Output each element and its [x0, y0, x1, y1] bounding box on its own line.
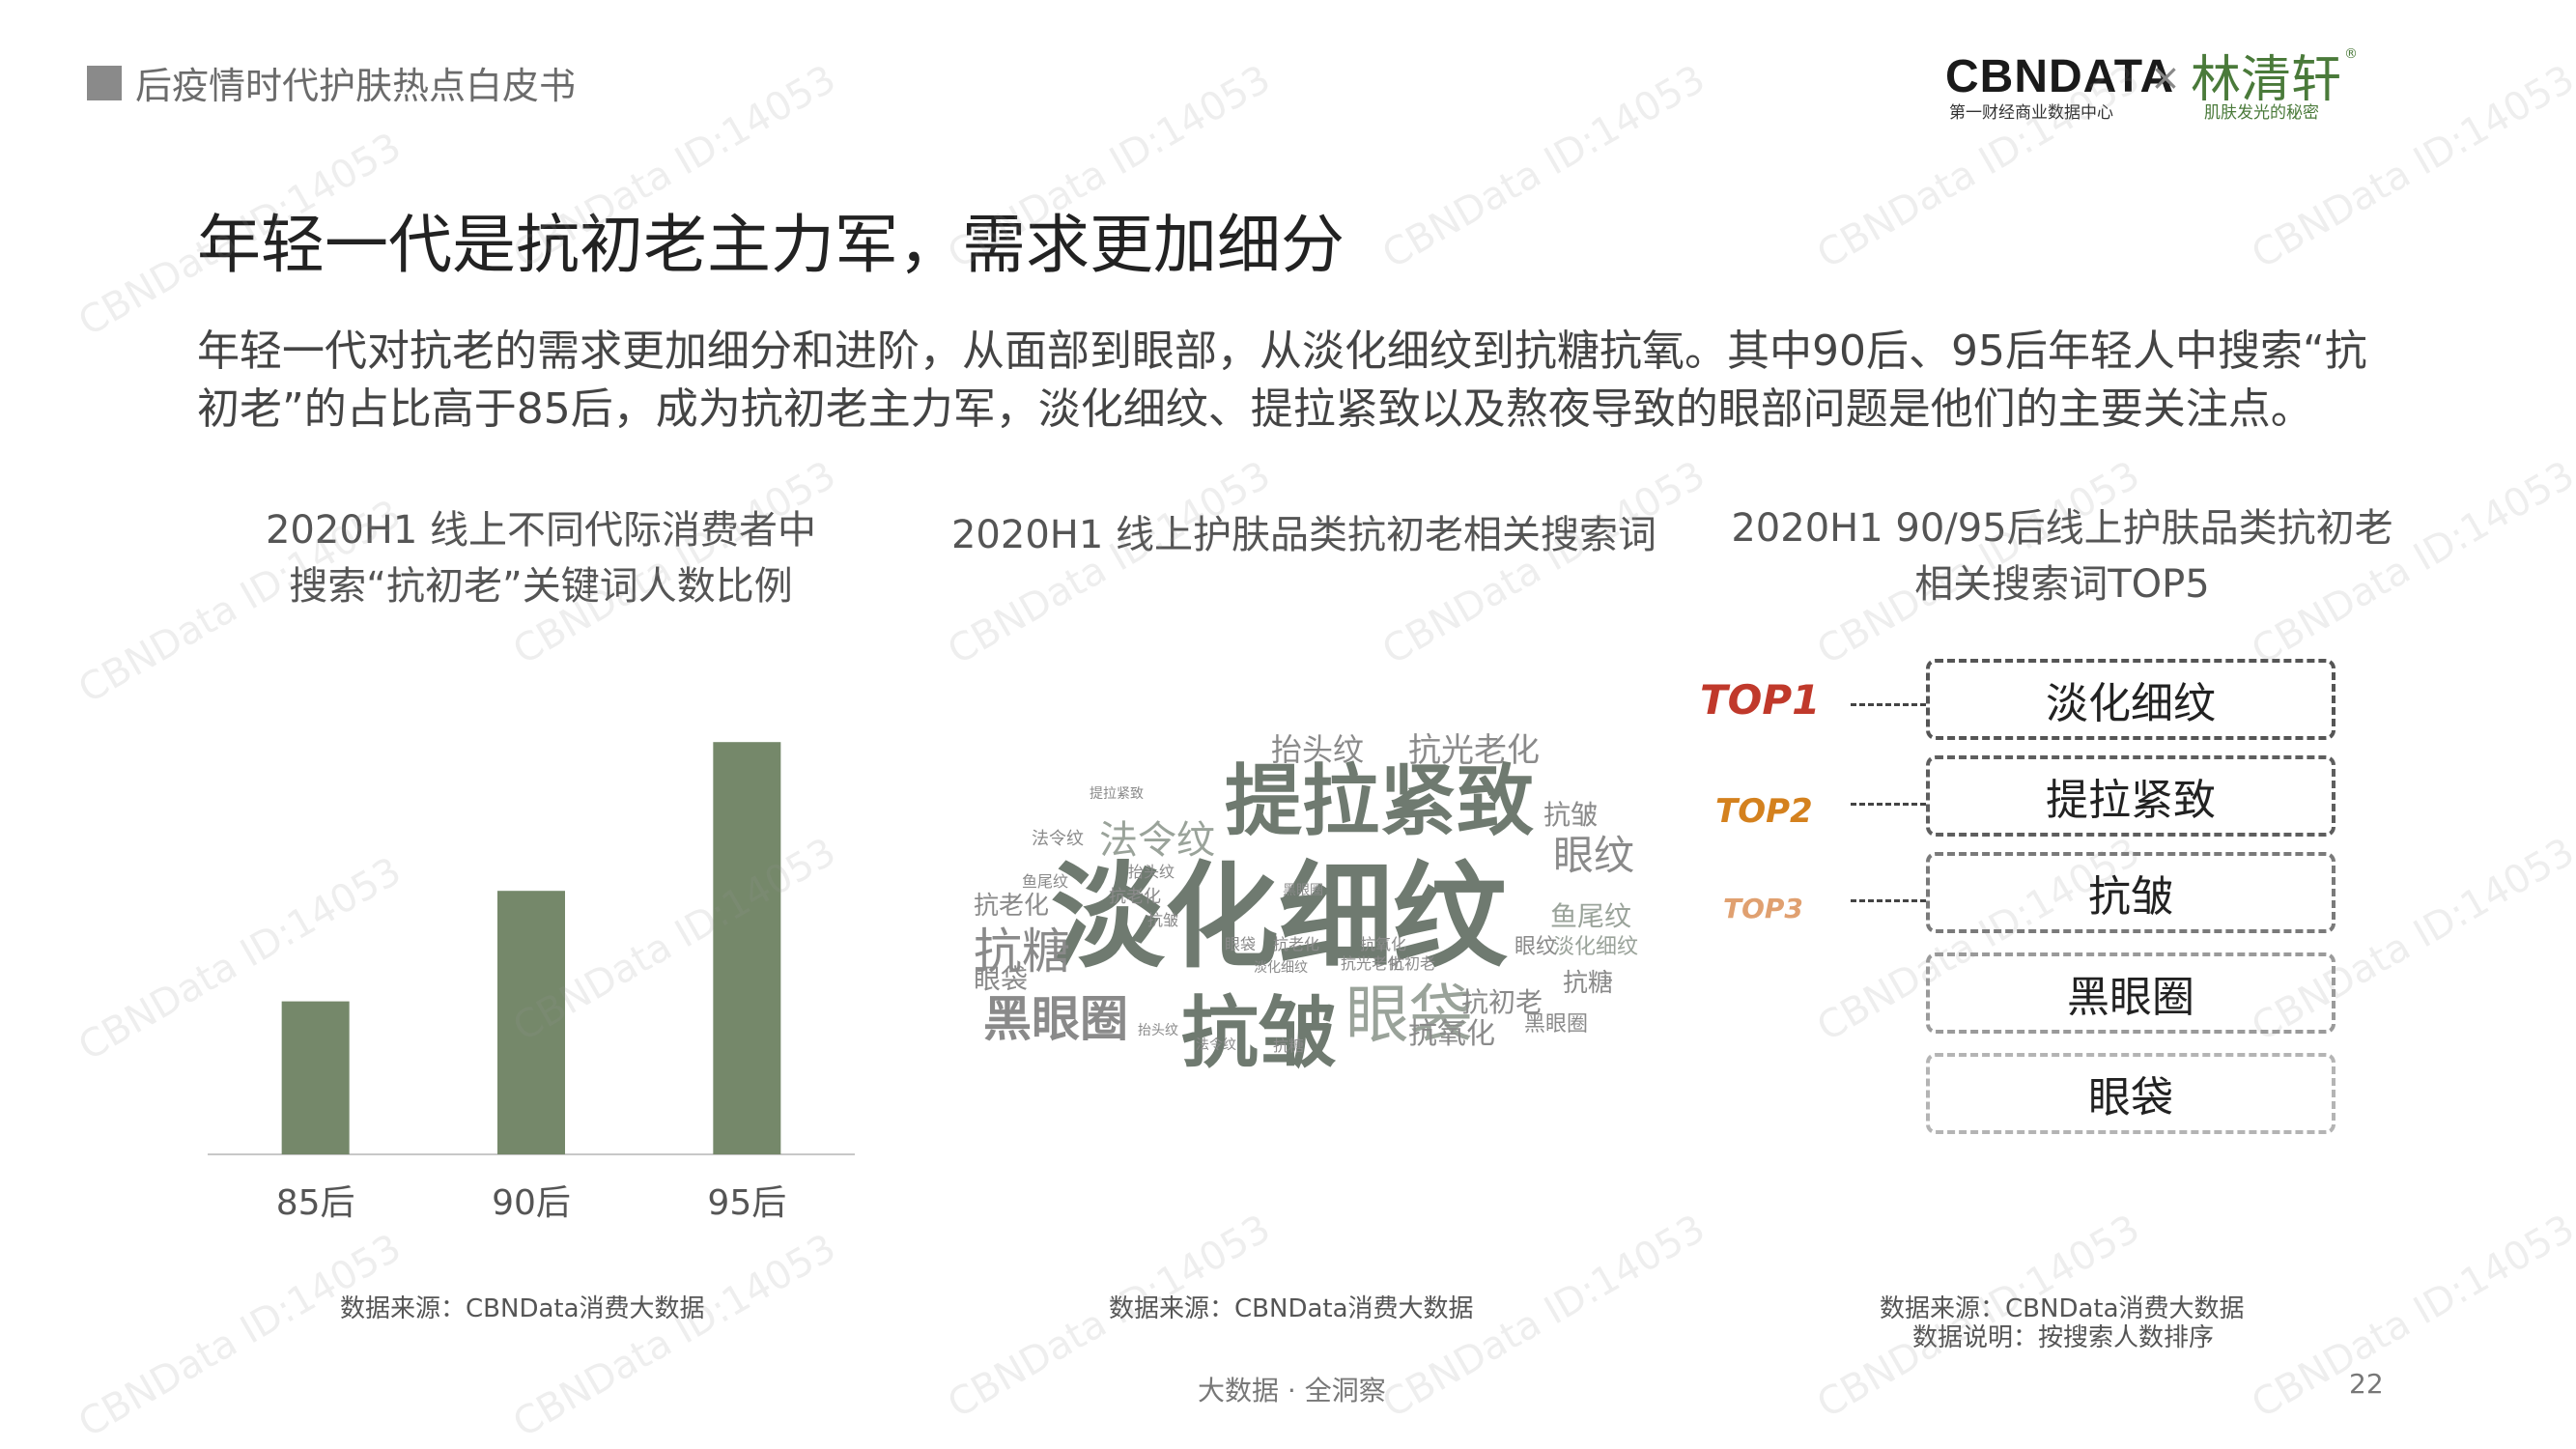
top5-item-3: 抗皱 — [1926, 852, 2335, 933]
cbndata-logo: CBNDATA — [1945, 51, 2175, 102]
wordcloud-word: 抗皱 — [1543, 799, 1599, 831]
page-number: 22 — [2349, 1368, 2384, 1400]
top5-title-line1: 2020H1 90/95后线上护肤品类抗初老 — [1731, 506, 2393, 551]
wordcloud-word: 抗光老化 — [1408, 731, 1540, 770]
wordcloud: 淡化细纹 提拉紧致 抗皱 黑眼圈 眼袋 抗糖 法令纹 眼纹 抬头纹 抗光老化 抗氧化 抗初老 鱼尾纹 淡化… — [935, 696, 1679, 1111]
rank-top2-label: TOP2 — [1715, 792, 1813, 831]
wordcloud-title: 2020H1 线上护肤品类抗初老相关搜索词 — [950, 513, 1657, 557]
wordcloud-word: 鱼尾纹 — [1022, 872, 1069, 891]
wordcloud-word: 抬头纹 — [1128, 863, 1175, 881]
wordcloud-word: 眼纹 — [1553, 832, 1635, 879]
wordcloud-word: 抗皱 — [1147, 911, 1179, 929]
top5-item-4: 黑眼圈 — [1926, 952, 2335, 1034]
wordcloud-word: 淡化细纹 — [1553, 935, 1639, 959]
wordcloud-word: 抗老化 — [1109, 887, 1161, 907]
report-title: 后疫情时代护肤热点白皮书 — [135, 65, 577, 107]
top5-item-5: 眼袋 — [1926, 1053, 2335, 1134]
wordcloud-word: 法令纹 — [1196, 1037, 1236, 1053]
source-note-2: 数据来源：CBNData消费大数据 — [1109, 1294, 1474, 1323]
x-tick-label: 85后 — [276, 1183, 355, 1223]
logo-times-sign: × — [2150, 56, 2181, 99]
watermark-text: CBNData ID:14053 — [71, 1225, 410, 1447]
page-description: 年轻一代对抗老的需求更加细分和进阶，从面部到眼部，从淡化细纹到抗糖抗氧。其中90… — [197, 327, 2367, 434]
wordcloud-word: 眼袋 — [974, 963, 1029, 995]
wordcloud-word: 鱼尾纹 — [1550, 900, 1632, 932]
bar-1 — [281, 1001, 350, 1154]
wordcloud-word: 抗初老 — [1389, 954, 1436, 973]
connector-line-1 — [1851, 703, 1926, 706]
bar-2 — [497, 891, 565, 1154]
wordcloud-word: 法令纹 — [1099, 818, 1215, 863]
bar-chart-title: 2020H1 线上不同代际消费者中 搜索“抗初老”关键词人数比例 — [203, 502, 879, 614]
wordcloud-word: 抬头纹 — [1271, 731, 1365, 768]
wordcloud-word: 眼袋 — [1225, 935, 1257, 953]
wordcloud-word: 黑眼圈 — [1524, 1012, 1589, 1037]
rank-top3-label: TOP3 — [1723, 893, 1803, 924]
top5-item-1: 淡化细纹 — [1926, 659, 2335, 740]
watermark-text: CBNData ID:14053 — [2244, 1206, 2576, 1428]
wordcloud-word: 眼纹 — [1514, 935, 1558, 959]
wordcloud-word: 提拉紧致 — [1090, 786, 1144, 802]
data-note-3: 数据说明：按搜索人数排序 — [1912, 1323, 2215, 1352]
wordcloud-word: 抗老化 — [1273, 935, 1320, 953]
watermark-text: CBNData ID:14053 — [1374, 452, 1713, 674]
wordcloud-word: 抗糖 — [1563, 969, 1614, 998]
wordcloud-word: 抗糖 — [1273, 1037, 1305, 1055]
top5-item-2: 提拉紧致 — [1926, 755, 2335, 837]
wordcloud-word: 淡化细纹 — [1051, 850, 1508, 983]
wordcloud-word: 黑眼圈 — [983, 991, 1128, 1047]
wordcloud-word: 抗氧化 — [1408, 1017, 1495, 1051]
wordcloud-word: 黑眼圈 — [1283, 883, 1323, 898]
bar-chart-title-line1: 2020H1 线上不同代际消费者中 — [265, 508, 817, 553]
watermark-text: CBNData ID:14053 — [1374, 56, 1713, 278]
wordcloud-word: 抬头纹 — [1138, 1023, 1178, 1038]
bar-chart-title-line2: 搜索“抗初老”关键词人数比例 — [289, 564, 793, 609]
connector-line-2 — [1851, 803, 1926, 806]
watermark-text: CBNData ID:14053 — [940, 452, 1279, 674]
bar-3 — [713, 742, 781, 1154]
linqingxuan-logo-subtitle: 肌肤发光的秘密 — [2204, 103, 2319, 123]
wordcloud-word: 法令纹 — [1032, 829, 1084, 849]
watermark-text: CBNData ID:14053 — [505, 1225, 844, 1447]
x-tick-label: 95后 — [707, 1183, 786, 1223]
wordcloud-word: 提拉紧致 — [1225, 756, 1534, 846]
source-note-1: 数据来源：CBNData消费大数据 — [340, 1294, 705, 1323]
wordcloud-word: 淡化细纹 — [1254, 960, 1308, 976]
top5-title-line2: 相关搜索词TOP5 — [1914, 562, 2210, 607]
page-title: 年轻一代是抗初老主力军，需求更加细分 — [197, 208, 1345, 282]
wordcloud-word: 抗皱 — [1181, 988, 1336, 1078]
top5-title: 2020H1 90/95后线上护肤品类抗初老 相关搜索词TOP5 — [1719, 500, 2405, 612]
footer-tagline: 大数据 · 全洞察 — [1198, 1375, 1386, 1406]
registered-mark: ® — [2344, 46, 2358, 62]
bar-chart: 85后 90后 95后 — [208, 742, 855, 1223]
cbndata-logo-subtitle: 第一财经商业数据中心 — [1949, 103, 2113, 123]
rank-top1-label: TOP1 — [1700, 676, 1821, 724]
wordcloud-word: 抗老化 — [974, 892, 1050, 921]
wordcloud-word: 抗氧化 — [1360, 935, 1407, 953]
connector-line-3 — [1851, 899, 1926, 902]
x-tick-label: 90后 — [492, 1183, 571, 1223]
header-square-icon — [87, 66, 122, 100]
